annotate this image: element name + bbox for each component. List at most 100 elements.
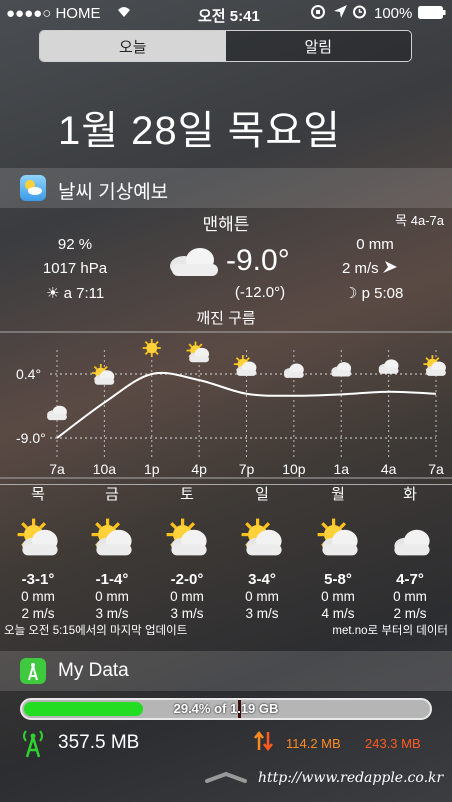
collapse-handle-icon[interactable] (205, 770, 247, 788)
partly-cloudy-icon (74, 509, 150, 565)
day-temperature: 5-8° (324, 571, 352, 588)
cloud-icon (331, 362, 352, 377)
day-wind: 4 m/s (321, 606, 355, 621)
day-wind: 3 m/s (95, 606, 129, 621)
battery-percent: 100% (374, 5, 413, 22)
day-name: 일 (255, 486, 269, 503)
day-temperature: 4-7° (396, 571, 424, 588)
day-temperature: 3-4° (248, 571, 276, 588)
alarm-icon (352, 4, 367, 23)
date-heading: 1월 28일 목요일 (58, 109, 341, 153)
day-precipitation: 0 mm (393, 589, 427, 604)
partly-cloudy-icon (423, 355, 446, 376)
chart-x-tick-label: 4a (380, 461, 397, 477)
download-amount: 243.3 MB (365, 736, 421, 751)
chart-y-tick-label: -9.0° (16, 430, 46, 446)
weather-widget-header[interactable]: 날씨 기상예보 (0, 168, 452, 208)
day-name: 금 (105, 486, 119, 503)
day-forecast: 금 -1-4° 0 mm 3 m/s (74, 486, 150, 622)
chart-y-tick-label: 0.4° (16, 366, 41, 382)
moonset-time: p 5:08 (361, 285, 404, 302)
cloud-icon (378, 359, 399, 374)
day-forecast: 월 5-8° 0 mm 4 m/s (300, 486, 376, 622)
today-notifications-segmented-control: 오늘 알림 (39, 30, 412, 62)
sunrise-time: a 7:11 (63, 285, 105, 302)
cloud-icon (372, 509, 448, 565)
status-bar: ●●●●○ HOME 오전 5:41 100% (0, 0, 452, 26)
location-icon (334, 5, 347, 22)
day-forecast: 토 -2-0° 0 mm 3 m/s (149, 486, 225, 622)
partly-cloudy-icon (0, 509, 76, 565)
wind-direction-icon (382, 260, 397, 277)
partly-cloudy-icon (300, 509, 376, 565)
chart-x-tick-label: 7a (428, 461, 444, 477)
feels-like-temperature: (-12.0°) (234, 284, 286, 301)
day-temperature: -3-1° (21, 571, 55, 588)
day-temperature: -1-4° (95, 571, 129, 588)
weather-app-icon (20, 175, 46, 201)
carrier-label: ●●●●○ HOME (6, 5, 101, 22)
cellular-tower-icon (20, 728, 46, 763)
rotation-lock-icon (310, 4, 326, 24)
forecast-period: 목 4a-7a (395, 213, 444, 228)
data-usage-label: 29.4% of 1.19 GB (173, 701, 279, 716)
pressure: 1017 hPa (42, 260, 108, 277)
day-precipitation: 0 mm (95, 589, 129, 604)
day-precipitation: 0 mm (321, 589, 355, 604)
day-forecast: 화 4-7° 0 mm 2 m/s (372, 486, 448, 622)
day-name: 목 (31, 486, 45, 503)
data-source-text: met.no로 부터의 데이터 (332, 625, 448, 637)
sun-icon (142, 339, 161, 357)
data-usage-bar: 29.4% of 1.19 GB (20, 698, 432, 720)
moonset-row: ☽ p 5:08 (344, 284, 403, 302)
condition-text: 깨진 구름 (196, 310, 256, 327)
day-precipitation: 0 mm (245, 589, 279, 604)
mydata-app-icon (20, 658, 46, 684)
day-temperature: -2-0° (170, 571, 204, 588)
partly-cloudy-icon (224, 509, 300, 565)
day-name: 월 (331, 486, 345, 503)
day-wind: 3 m/s (170, 606, 204, 621)
cellular-usage: 357.5 MB (58, 732, 140, 753)
battery-icon (418, 6, 446, 23)
sun-icon: ☀ (46, 285, 60, 302)
cloud-icon (47, 405, 67, 421)
chart-x-tick-label: 10a (92, 461, 117, 477)
current-temperature: -9.0° (226, 244, 290, 277)
weather-widget-title: 날씨 기상예보 (58, 182, 169, 203)
tab-notifications[interactable]: 알림 (225, 31, 411, 61)
day-forecast: 일 3-4° 0 mm 3 m/s (224, 486, 300, 622)
humidity: 92 % (57, 236, 93, 253)
watermark: http://www.redapple.co.kr (258, 770, 444, 786)
cloudy-icon (166, 246, 222, 283)
chart-x-axis: 7a 10a 1p 4p 7p 10p 1a 4a 7a (0, 461, 452, 481)
last-update-text: 오늘 오전 5:15에서의 마지막 업데이트 (4, 625, 188, 637)
wind-row: 2 m/s (342, 260, 397, 277)
day-forecast: 목 -3-1° 0 mm 2 m/s (0, 486, 76, 622)
chart-x-tick-label: 1a (333, 461, 350, 477)
day-name: 토 (180, 486, 194, 503)
day-precipitation: 0 mm (170, 589, 204, 604)
chart-x-tick-label: 4p (191, 461, 207, 477)
hourly-temperature-chart: 0.4° -9.0° (0, 331, 452, 479)
day-wind: 2 m/s (393, 606, 427, 621)
daily-forecast: 목 -3-1° 0 mm 2 m/s 금 -1-4° 0 mm 3 m/s 토 -2-0° 0 mm… (0, 486, 452, 626)
mydata-widget-title: My Data (58, 660, 129, 681)
chart-x-tick-label: 7a (49, 461, 65, 477)
tab-today[interactable]: 오늘 (40, 31, 226, 61)
mydata-widget-header[interactable]: My Data (0, 651, 452, 691)
divider (0, 484, 452, 485)
chart-x-tick-label: 1p (143, 461, 160, 477)
wifi-icon (116, 4, 132, 22)
day-wind: 3 m/s (245, 606, 279, 621)
cloud-icon (283, 363, 304, 378)
precipitation: 0 mm (356, 236, 394, 253)
moon-icon: ☽ (344, 285, 358, 302)
day-wind: 2 m/s (21, 606, 55, 621)
partly-cloudy-icon (149, 509, 225, 565)
day-precipitation: 0 mm (21, 589, 55, 604)
city-name: 맨해튼 (202, 215, 250, 234)
upload-download-icon (254, 730, 274, 757)
partly-cloudy-icon (233, 355, 257, 376)
wind-speed: 2 m/s (342, 260, 379, 277)
